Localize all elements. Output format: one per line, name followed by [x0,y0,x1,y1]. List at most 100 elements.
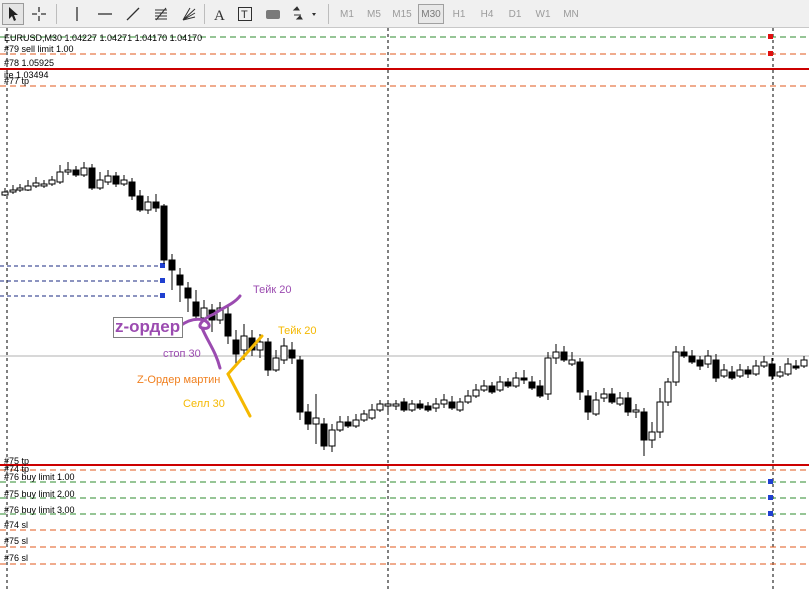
candle-body-82 [648,431,656,441]
candle-body-69 [544,357,552,395]
rectangle-icon[interactable] [262,3,284,25]
annotation-take-purple: Тейк 20 [253,284,292,296]
candle-body-84 [664,381,672,403]
order-marker-2 [160,278,165,283]
marker-blue-2 [768,495,773,500]
horizontal-line-icon[interactable] [94,3,116,25]
candle-body-91 [720,369,728,377]
candle-body-98 [776,371,784,377]
crosshair-icon[interactable] [28,3,50,25]
candle-body-38 [296,359,304,413]
order-label-74-sl: #74 sl [4,520,29,530]
vertical-line-icon[interactable] [66,3,88,25]
price-chart[interactable]: EURUSD,M30 1.04227 1.04271 1.04170 1.041… [0,28,809,592]
timeframe-h4[interactable]: H4 [474,4,500,24]
candle-body-100 [792,365,800,369]
candle-body-67 [528,381,536,389]
annotation-sell: Селл 30 [183,398,225,410]
candle-body-64 [504,381,512,387]
timeframe-m5[interactable]: M5 [361,4,387,24]
candle-body-47 [368,409,376,419]
timeframe-m30[interactable]: M30 [418,4,444,24]
candle-body-20 [152,201,160,209]
trendline-icon[interactable] [122,3,144,25]
candle-body-33 [256,341,264,351]
cursor-icon[interactable] [2,3,24,25]
timeframe-d1[interactable]: D1 [502,4,528,24]
symbol-info-line: EURUSD,M30 1.04227 1.04271 1.04170 1.041… [4,33,203,43]
timeframe-m1[interactable]: M1 [334,4,360,24]
marker-red-1 [768,34,773,39]
candle-body-81 [640,411,648,441]
candle-body-36 [280,345,288,361]
annotation-z-order: z-ордер [115,317,181,336]
candle-body-52 [408,403,416,411]
shapes-dropdown-icon[interactable] [290,3,320,25]
candle-body-58 [456,401,464,411]
candle-body-101 [800,359,808,367]
annotation-z-martin: Z-Ордер мартин [137,374,221,386]
candle-body-56 [440,399,448,405]
candle-body-78 [616,397,624,405]
timeframe-h1[interactable]: H1 [446,4,472,24]
candle-body-50 [392,403,400,407]
annotation-take-yellow: Тейк 20 [278,325,317,337]
candle-body-83 [656,401,664,433]
candle-body-75 [592,399,600,415]
candle-body-24 [184,287,192,299]
candle-body-72 [568,359,576,365]
candle-body-23 [176,274,184,286]
text-label-icon[interactable]: T [234,3,256,25]
candle-body-1 [1,191,9,196]
fibonacci-icon[interactable] [150,3,172,25]
candle-body-51 [400,401,408,411]
order-marker-3 [160,293,165,298]
candle-body-70 [552,351,560,359]
candle-body-90 [712,359,720,379]
candle-body-22 [168,259,176,271]
text-icon[interactable]: A [208,3,230,25]
candle-body-45 [352,419,360,427]
candle-body-93 [736,369,744,377]
candle-body-77 [608,393,616,403]
candle-body-30 [232,339,240,355]
order-label-75-sl: #75 sl [4,536,29,546]
candle-body-9 [64,169,72,173]
candle-body-68 [536,385,544,397]
candle-body-85 [672,351,680,383]
candle-body-96 [760,361,768,367]
order-label-76-sl: #76 sl [4,553,29,563]
candle-body-97 [768,363,776,377]
candle-body-62 [488,385,496,393]
candle-body-54 [424,405,432,411]
candle-body-88 [696,359,704,367]
candle-body-41 [320,423,328,447]
candle-body-53 [416,403,424,409]
candle-body-95 [752,365,760,375]
candle-body-39 [304,411,312,425]
marker-blue-3 [768,511,773,516]
svg-text:A: A [214,8,225,22]
order-label-76-buy-limit-3: #76 buy limit 3.00 [4,505,75,515]
candle-body-15 [112,175,120,185]
candle-body-86 [680,351,688,357]
candle-body-66 [520,377,528,381]
candle-body-34 [264,341,272,371]
chart-canvas [0,28,809,592]
candle-body-25 [192,301,200,317]
candle-body-79 [624,397,632,413]
fibonacci-fan-icon[interactable] [178,3,200,25]
candle-body-76 [600,393,608,399]
candle-body-40 [312,417,320,425]
timeframe-mn[interactable]: MN [558,4,584,24]
candle-body-5 [32,182,40,187]
candle-body-44 [344,421,352,427]
candle-body-46 [360,413,368,421]
candle-body-12 [88,167,96,189]
yellow-sell-stroke [226,372,252,418]
candle-body-49 [384,403,392,407]
timeframe-m15[interactable]: M15 [389,4,415,24]
candle-body-57 [448,401,456,409]
timeframe-w1[interactable]: W1 [530,4,556,24]
candle-body-7 [48,179,56,185]
